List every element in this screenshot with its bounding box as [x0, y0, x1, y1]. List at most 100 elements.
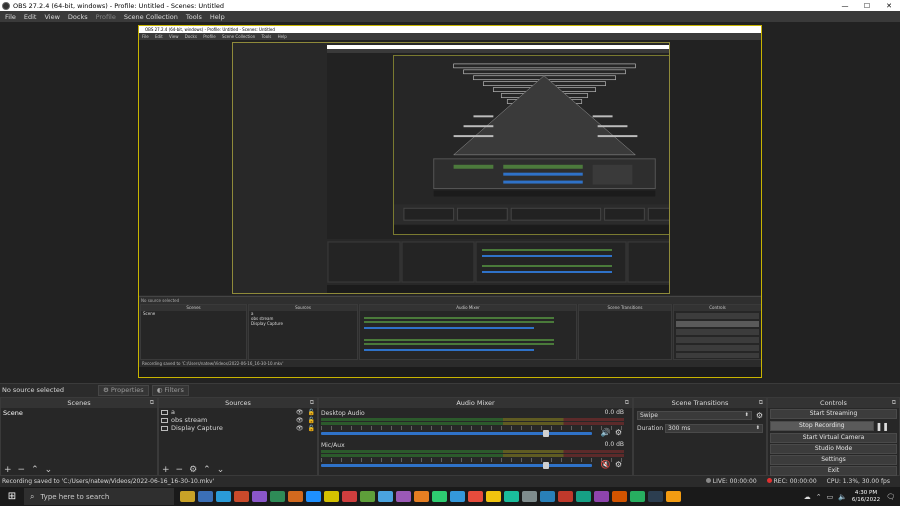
- taskbar-app-icon[interactable]: [342, 491, 357, 502]
- source-row[interactable]: obs stream 👁 🔓: [159, 416, 317, 424]
- menu-tools[interactable]: Tools: [186, 13, 202, 21]
- source-name: Display Capture: [171, 424, 223, 432]
- add-scene-button[interactable]: +: [4, 465, 12, 475]
- menu-docks[interactable]: Docks: [68, 13, 88, 21]
- taskbar-app-icon[interactable]: [648, 491, 663, 502]
- taskbar-app-icon[interactable]: [612, 491, 627, 502]
- maximize-button[interactable]: ☐: [856, 2, 878, 10]
- taskbar-app-icon[interactable]: [540, 491, 555, 502]
- properties-button[interactable]: ⚙ Properties: [98, 384, 149, 396]
- preview-canvas[interactable]: OBS 27.2.4 (64-bit, windows) - Profile: …: [138, 25, 762, 378]
- remove-source-button[interactable]: −: [176, 465, 184, 475]
- windows-start-icon[interactable]: ⊞: [0, 491, 24, 502]
- taskbar-app-icon[interactable]: [486, 491, 501, 502]
- menu-edit[interactable]: Edit: [24, 13, 37, 21]
- menu-help[interactable]: Help: [210, 13, 225, 21]
- add-source-button[interactable]: +: [162, 465, 170, 475]
- taskbar-app-icon[interactable]: [378, 491, 393, 502]
- taskbar-app-icon[interactable]: [630, 491, 645, 502]
- duration-input[interactable]: 300 ms ⬍: [665, 424, 763, 433]
- taskbar-app-icon[interactable]: [216, 491, 231, 502]
- settings-button[interactable]: Settings: [770, 455, 897, 465]
- gear-icon[interactable]: ⚙: [615, 428, 622, 437]
- start-streaming-button[interactable]: Start Streaming: [770, 409, 897, 419]
- taskbar-app-icon[interactable]: [414, 491, 429, 502]
- taskbar-app-icon[interactable]: [468, 491, 483, 502]
- level3-preview: [327, 53, 669, 239]
- clock[interactable]: 4:30 PM 6/16/2022: [852, 490, 880, 504]
- transition-select[interactable]: Swipe ⬍: [637, 411, 752, 420]
- menu-view[interactable]: View: [44, 13, 59, 21]
- undock-icon[interactable]: ⧉: [759, 398, 763, 408]
- eye-icon[interactable]: 👁: [296, 417, 304, 424]
- gear-icon[interactable]: ⚙: [615, 460, 622, 469]
- source-row[interactable]: Display Capture 👁 🔓: [159, 424, 317, 432]
- fader-handle[interactable]: [542, 430, 549, 437]
- nested-obs-level3: [327, 45, 669, 293]
- eye-icon[interactable]: 👁: [296, 425, 304, 432]
- filter-icon: ◐: [156, 386, 163, 394]
- source-row[interactable]: a 👁 🔓: [159, 408, 317, 416]
- gear-icon[interactable]: ⚙: [756, 411, 763, 420]
- taskbar-app-icon[interactable]: [450, 491, 465, 502]
- undock-icon[interactable]: ⧉: [892, 398, 896, 408]
- start-virtual-camera-button[interactable]: Start Virtual Camera: [770, 433, 897, 443]
- filters-button[interactable]: ◐ Filters: [151, 384, 189, 396]
- eye-icon[interactable]: 👁: [296, 409, 304, 416]
- undock-icon[interactable]: ⧉: [625, 398, 629, 408]
- preview-area[interactable]: OBS 27.2.4 (64-bit, windows) - Profile: …: [0, 22, 900, 383]
- gear-icon[interactable]: ⚙: [189, 465, 197, 475]
- lock-icon[interactable]: 🔓: [308, 425, 315, 432]
- lock-icon[interactable]: 🔓: [308, 409, 315, 416]
- chevron-up-icon[interactable]: ⌃: [816, 493, 822, 501]
- close-button[interactable]: ✕: [878, 2, 900, 10]
- pause-icon[interactable]: ❚❚: [876, 422, 889, 431]
- taskbar-app-icon[interactable]: [504, 491, 519, 502]
- taskbar-app-icon[interactable]: [270, 491, 285, 502]
- scene-list-item[interactable]: Scene: [1, 408, 157, 418]
- menu-profile[interactable]: Profile: [96, 13, 116, 21]
- taskbar-app-icon[interactable]: [396, 491, 411, 502]
- taskbar-app-icon[interactable]: [234, 491, 249, 502]
- volume-meter: [321, 418, 624, 421]
- taskbar-app-icon[interactable]: [288, 491, 303, 502]
- move-down-icon[interactable]: ⌄: [217, 465, 225, 475]
- stop-recording-button[interactable]: Stop Recording: [770, 421, 874, 431]
- taskbar-search[interactable]: ⌕ Type here to search: [24, 488, 174, 505]
- move-up-icon[interactable]: ⌃: [203, 465, 211, 475]
- notification-icon[interactable]: 🗨: [886, 493, 895, 501]
- taskbar-app-icon[interactable]: [180, 491, 195, 502]
- taskbar-app-icon[interactable]: [306, 491, 321, 502]
- undock-icon[interactable]: ⧉: [150, 398, 154, 408]
- menu-file[interactable]: File: [5, 13, 16, 21]
- lock-icon[interactable]: 🔓: [308, 417, 315, 424]
- taskbar-app-icon[interactable]: [594, 491, 609, 502]
- taskbar-app-icon[interactable]: [558, 491, 573, 502]
- undock-icon[interactable]: ⧉: [310, 398, 314, 408]
- move-down-icon[interactable]: ⌄: [45, 465, 53, 475]
- spinner-icon[interactable]: ⬍: [756, 425, 760, 432]
- taskbar-app-icon[interactable]: [324, 491, 339, 502]
- network-icon[interactable]: ▭: [827, 493, 834, 501]
- studio-mode-button[interactable]: Studio Mode: [770, 444, 897, 454]
- exit-button[interactable]: Exit: [770, 466, 897, 476]
- move-up-icon[interactable]: ⌃: [31, 465, 39, 475]
- taskbar-app-icon[interactable]: [252, 491, 267, 502]
- volume-fader[interactable]: [321, 432, 592, 435]
- taskbar-app-icon[interactable]: [666, 491, 681, 502]
- fader-handle[interactable]: [542, 462, 549, 469]
- menu-scene-collection[interactable]: Scene Collection: [124, 13, 178, 21]
- remove-scene-button[interactable]: −: [18, 465, 26, 475]
- taskbar-app-icon[interactable]: [360, 491, 375, 502]
- minimize-button[interactable]: —: [834, 2, 856, 10]
- speaker-muted-icon[interactable]: 🔇: [601, 460, 611, 469]
- speaker-icon[interactable]: 🔊: [601, 428, 611, 437]
- taskbar-app-icon[interactable]: [432, 491, 447, 502]
- taskbar-app-icon[interactable]: [522, 491, 537, 502]
- volume-fader[interactable]: [321, 464, 592, 467]
- level3-taskbar: [327, 285, 669, 293]
- taskbar-app-icon[interactable]: [198, 491, 213, 502]
- volume-icon[interactable]: 🔈: [838, 493, 847, 501]
- taskbar-app-icon[interactable]: [576, 491, 591, 502]
- cloud-icon[interactable]: ☁: [804, 493, 811, 501]
